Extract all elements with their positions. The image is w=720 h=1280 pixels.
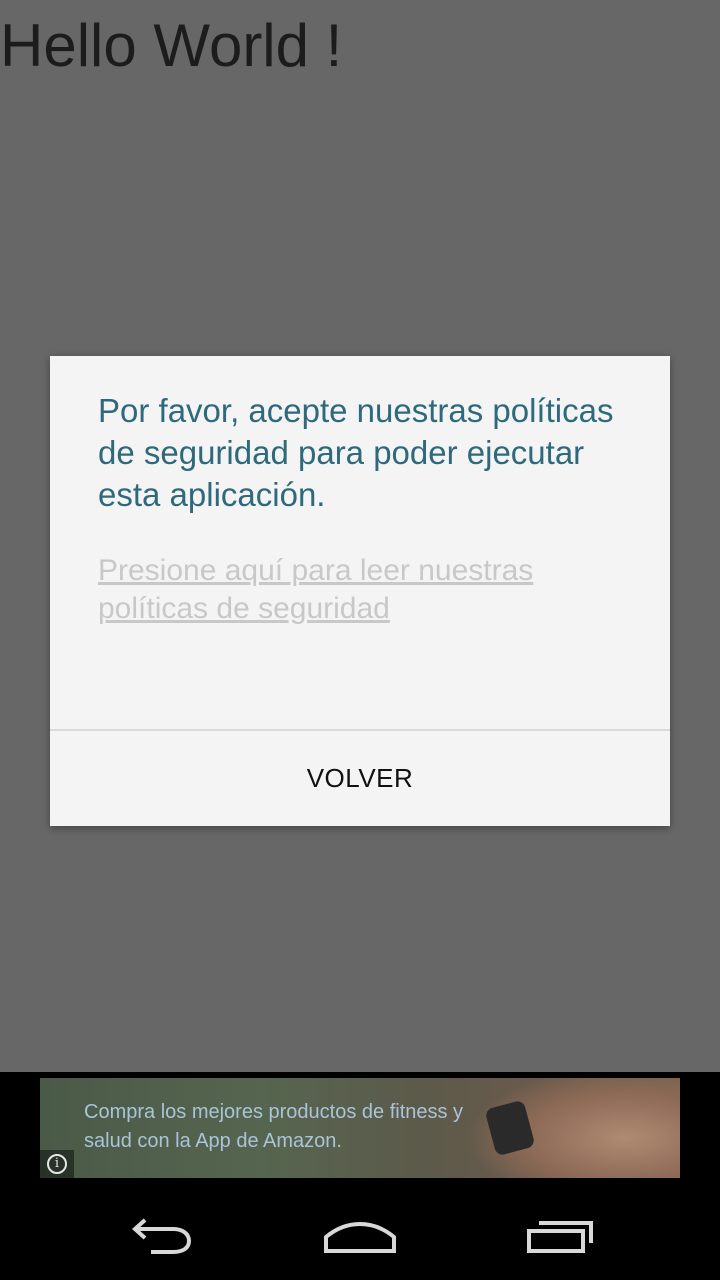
navigation-bar bbox=[0, 1190, 720, 1280]
security-dialog: Por favor, acepte nuestras políticas de … bbox=[50, 356, 670, 826]
ad-banner[interactable]: Compra los mejores productos de fitness … bbox=[40, 1078, 680, 1178]
recents-button[interactable] bbox=[506, 1205, 616, 1265]
home-button[interactable] bbox=[305, 1205, 415, 1265]
ad-strip: Compra los mejores productos de fitness … bbox=[0, 1072, 720, 1190]
hello-text: Hello World ! bbox=[0, 12, 343, 79]
volver-button[interactable]: VOLVER bbox=[50, 731, 670, 826]
info-icon[interactable]: i bbox=[40, 1150, 74, 1178]
dialog-message: Por favor, acepte nuestras políticas de … bbox=[98, 392, 614, 513]
home-icon bbox=[324, 1221, 396, 1253]
back-icon bbox=[132, 1218, 192, 1254]
back-button[interactable] bbox=[105, 1205, 215, 1265]
security-policy-link[interactable]: Presione aquí para leer nuestras polític… bbox=[98, 552, 638, 628]
ad-text: Compra los mejores productos de fitness … bbox=[84, 1101, 464, 1152]
recents-icon bbox=[527, 1221, 593, 1253]
